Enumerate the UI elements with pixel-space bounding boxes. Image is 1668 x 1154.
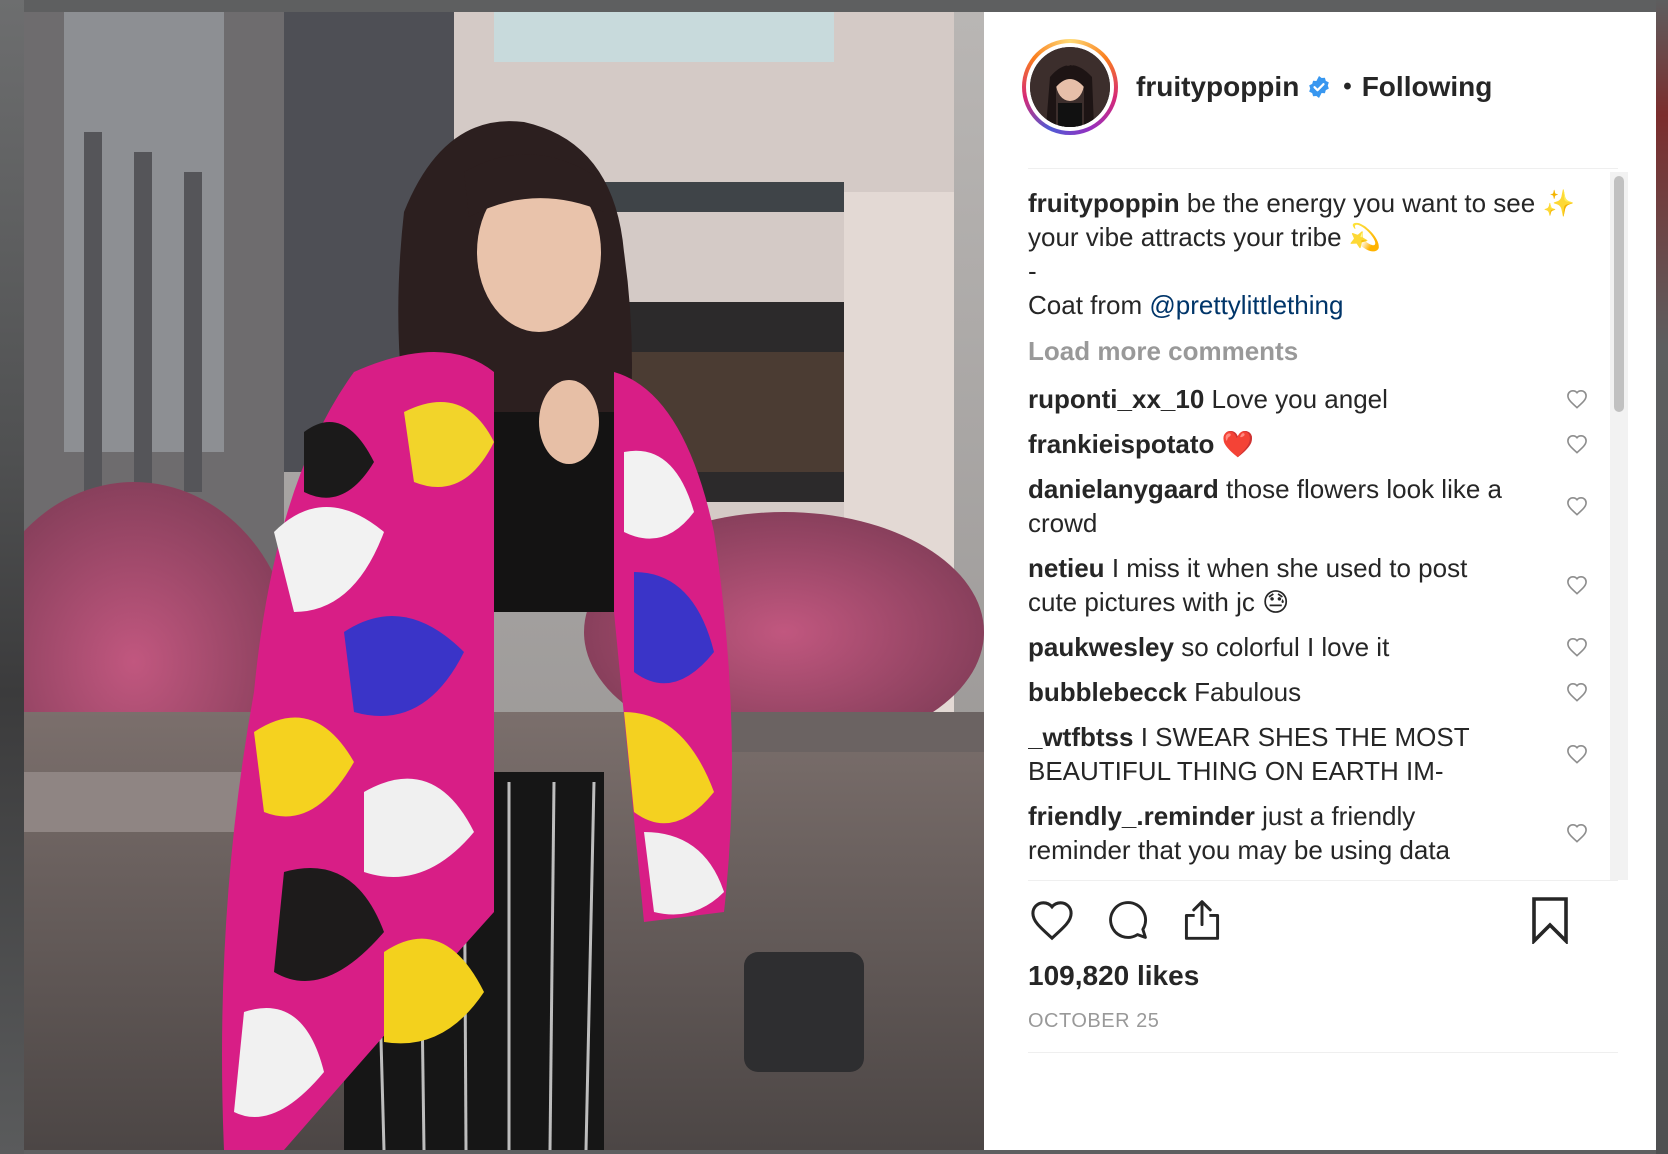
comment-item: _wtfbtss I SWEAR SHES THE MOST BEAUTIFUL… xyxy=(1028,720,1588,788)
following-button[interactable]: Following xyxy=(1362,71,1493,103)
comment-username[interactable]: ruponti_xx_10 xyxy=(1028,384,1204,414)
small-heart-icon[interactable] xyxy=(1566,389,1588,409)
small-heart-icon[interactable] xyxy=(1566,744,1588,764)
small-heart-icon[interactable] xyxy=(1566,823,1588,843)
footer-divider xyxy=(1028,1052,1618,1053)
load-more-comments-link[interactable]: Load more comments xyxy=(1028,334,1588,368)
post-panel: fruitypoppin • Following fruitypoppin be… xyxy=(984,12,1656,1150)
background-page-left xyxy=(0,0,24,1154)
author-username[interactable]: fruitypoppin xyxy=(1136,71,1299,103)
comments-list[interactable]: fruitypoppin be the energy you want to s… xyxy=(1028,182,1588,930)
small-heart-icon[interactable] xyxy=(1566,575,1588,595)
like-button[interactable] xyxy=(1028,896,1076,944)
comments-scrollbar[interactable] xyxy=(1610,172,1628,880)
comment-username[interactable]: bubblebecck xyxy=(1028,677,1187,707)
post-actions xyxy=(1028,896,1573,952)
post-header: fruitypoppin • Following xyxy=(984,12,1656,162)
header-separator: • xyxy=(1343,73,1352,100)
comment-item: danielanygaard those flowers look like a… xyxy=(1028,472,1588,540)
story-ring[interactable] xyxy=(1022,39,1118,135)
bookmark-icon xyxy=(1532,897,1568,944)
scrollbar-thumb[interactable] xyxy=(1614,176,1624,412)
caption-coat-line: Coat from @prettylittlething xyxy=(1028,288,1588,322)
comment-text: Love you angel xyxy=(1211,384,1388,414)
share-button[interactable] xyxy=(1178,896,1226,944)
header-divider xyxy=(1028,168,1618,169)
save-button[interactable] xyxy=(1526,896,1574,944)
share-icon xyxy=(1184,900,1220,940)
caption-mention-link[interactable]: @prettylittlething xyxy=(1149,290,1343,320)
comment-item: bubblebecck Fabulous xyxy=(1028,675,1588,709)
avatar-image xyxy=(1030,47,1110,127)
comments-divider xyxy=(1028,880,1618,881)
comment-button[interactable] xyxy=(1104,896,1152,944)
comment-item: frankieispotato ❤️ xyxy=(1028,427,1588,461)
comment-item: netieu I miss it when she used to post c… xyxy=(1028,551,1588,619)
comment-item: friendly_.reminder just a friendly remin… xyxy=(1028,799,1588,867)
avatar[interactable] xyxy=(1030,47,1110,127)
small-heart-icon[interactable] xyxy=(1566,637,1588,657)
post-date[interactable]: OCTOBER 25 xyxy=(1028,1010,1159,1033)
small-heart-icon[interactable] xyxy=(1566,434,1588,454)
comment-username[interactable]: paukwesley xyxy=(1028,632,1174,662)
comment-text: so colorful I love it xyxy=(1181,632,1390,662)
comment-item: ruponti_xx_10 Love you angel xyxy=(1028,382,1588,416)
small-heart-icon[interactable] xyxy=(1566,682,1588,702)
comment-username[interactable]: netieu xyxy=(1028,553,1105,583)
heart-icon xyxy=(1031,901,1073,941)
verified-badge-icon xyxy=(1309,76,1330,98)
comment-username[interactable]: _wtfbtss xyxy=(1028,722,1133,752)
caption-dash: - xyxy=(1028,256,1037,286)
small-heart-icon[interactable] xyxy=(1566,496,1588,516)
likes-count[interactable]: 109,820 likes xyxy=(1028,960,1199,992)
comment-text: ❤️ xyxy=(1221,429,1254,459)
comment-bubble-icon xyxy=(1109,901,1148,939)
caption-coat-prefix: Coat from xyxy=(1028,290,1150,320)
caption-username[interactable]: fruitypoppin xyxy=(1028,188,1180,218)
comment-text: Fabulous xyxy=(1194,677,1302,707)
background-page-right xyxy=(1656,0,1668,1154)
comment-username[interactable]: danielanygaard xyxy=(1028,474,1219,504)
post-photo[interactable] xyxy=(24,12,984,1150)
post-photo-image xyxy=(24,12,984,1150)
post-caption: fruitypoppin be the energy you want to s… xyxy=(1028,186,1588,322)
post-modal: fruitypoppin • Following fruitypoppin be… xyxy=(24,12,1656,1150)
comment-item: paukwesley so colorful I love it xyxy=(1028,630,1588,664)
comment-username[interactable]: friendly_.reminder xyxy=(1028,801,1255,831)
comment-username[interactable]: frankieispotato xyxy=(1028,429,1214,459)
